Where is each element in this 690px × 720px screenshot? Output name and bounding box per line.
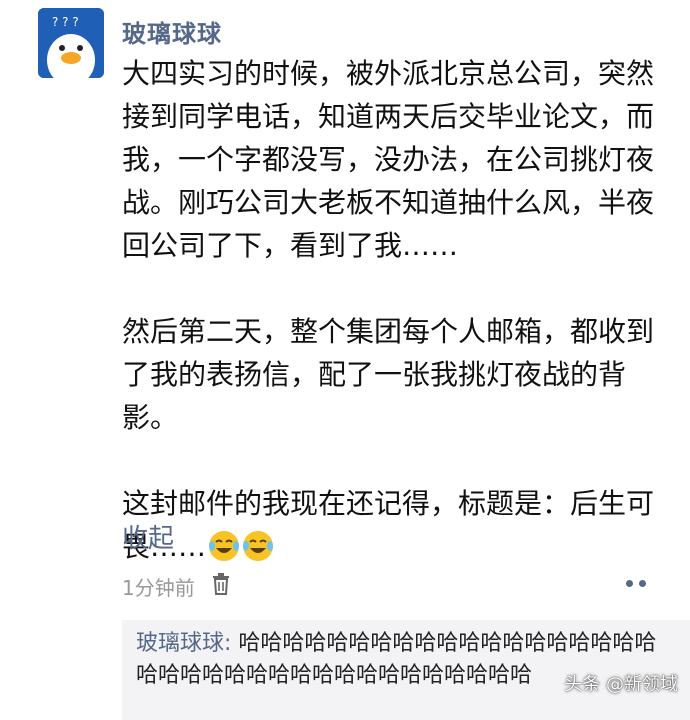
post-paragraph-text: 这封邮件的我现在还记得，标题是：后生可畏…… [122, 487, 655, 563]
laughing-tears-icon [242, 530, 274, 574]
post-paragraph: 这封邮件的我现在还记得，标题是：后生可畏…… [122, 482, 667, 574]
post-paragraph: 然后第二天，整个集团每个人邮箱，都收到了我的表扬信，配了一张我挑灯夜战的背影。 [122, 315, 655, 434]
post-author-name[interactable]: 玻璃球球 [122, 14, 222, 49]
timestamp: 1分钟前 [122, 576, 195, 600]
post-paragraph: 大四实习的时候，被外派北京总公司，突然接到同学电话，知道两天后交毕业论文，而我，… [122, 57, 655, 262]
more-dot-icon [639, 580, 646, 587]
duck-avatar-icon: ? ? ? [38, 8, 104, 78]
svg-text:? ? ?: ? ? ? [52, 15, 79, 29]
more-dot-icon [626, 580, 633, 587]
trash-icon[interactable] [211, 573, 231, 600]
post-meta: 1分钟前 [122, 572, 231, 601]
avatar[interactable]: ? ? ? [38, 8, 104, 78]
post-body: 大四实习的时候，被外派北京总公司，突然接到同学电话，知道两天后交毕业论文，而我，… [122, 52, 667, 574]
watermark: 头条 @新领域 [564, 674, 678, 695]
collapse-link[interactable]: 收起 [122, 518, 174, 555]
comment-author[interactable]: 玻璃球球: [136, 631, 231, 656]
more-options-button[interactable] [626, 580, 646, 587]
laughing-tears-icon [208, 530, 240, 574]
